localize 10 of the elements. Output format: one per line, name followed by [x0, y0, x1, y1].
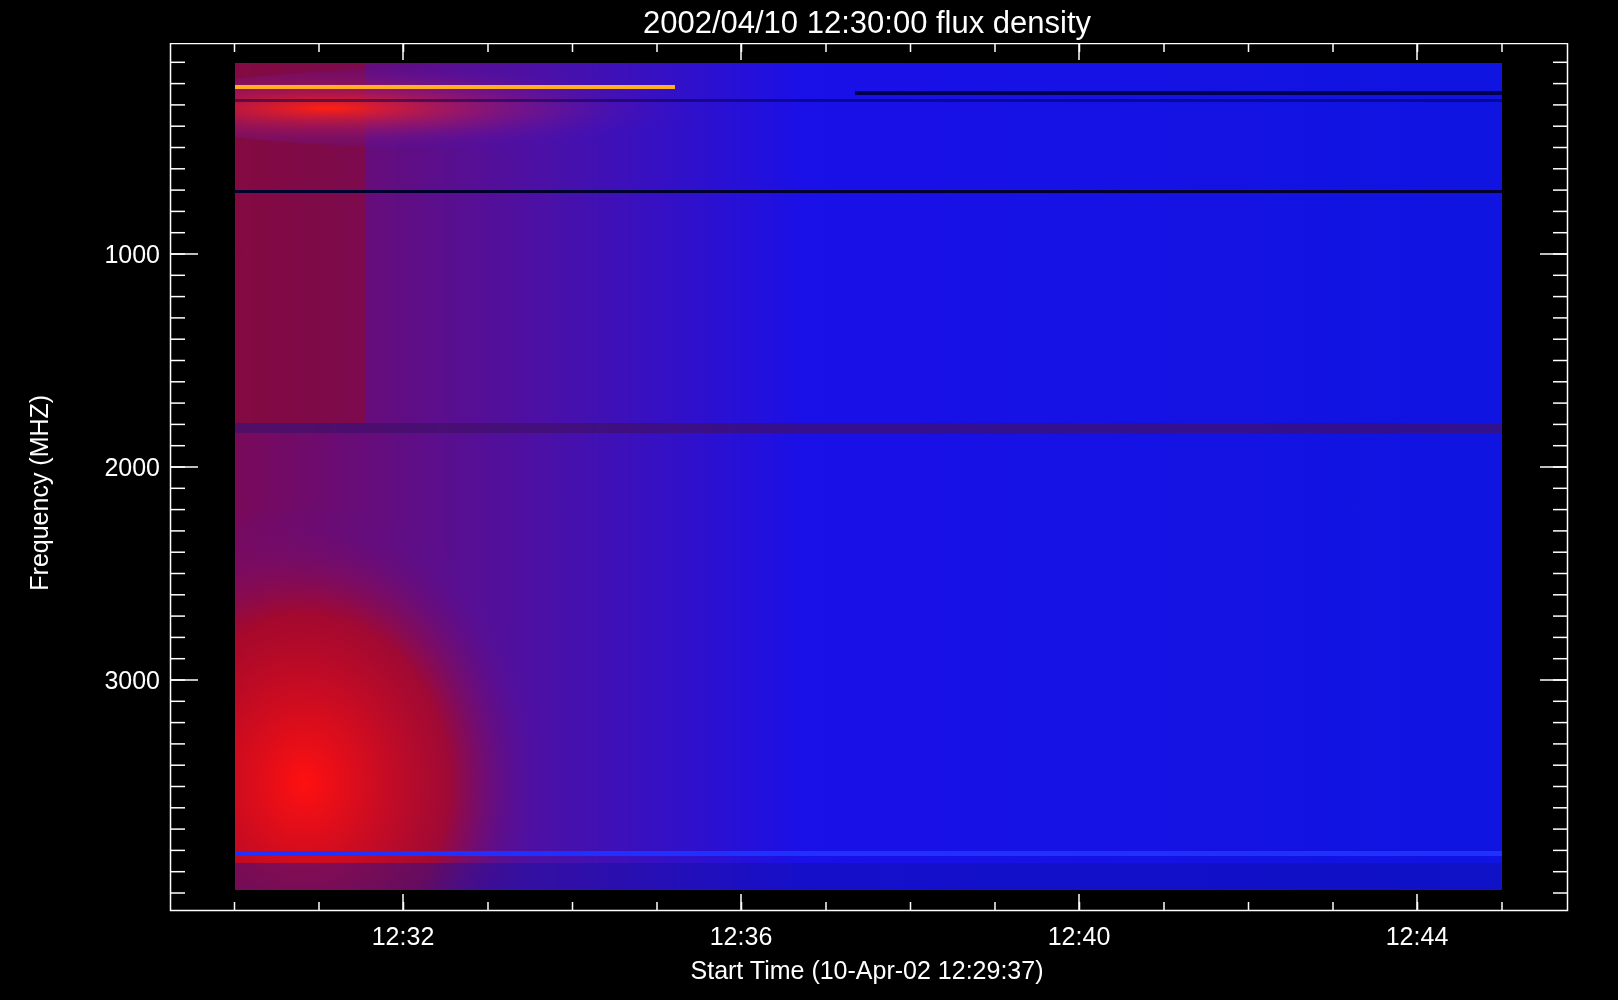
y-tick-label: 1000 [104, 240, 160, 268]
y-tick-label: 3000 [104, 666, 160, 694]
x-tick-label: 12:40 [1047, 922, 1111, 950]
y-axis-label: Frequency (MHZ) [24, 395, 55, 591]
x-tick-label: 12:36 [709, 922, 773, 950]
x-tick-label: 12:44 [1385, 922, 1449, 950]
plot-title: 2002/04/10 12:30:00 flux density [642, 4, 1092, 42]
x-tick-label: 12:32 [371, 922, 435, 950]
x-axis-label: Start Time (10-Apr-02 12:29:37) [690, 955, 1044, 985]
y-tick-label: 2000 [104, 453, 160, 481]
